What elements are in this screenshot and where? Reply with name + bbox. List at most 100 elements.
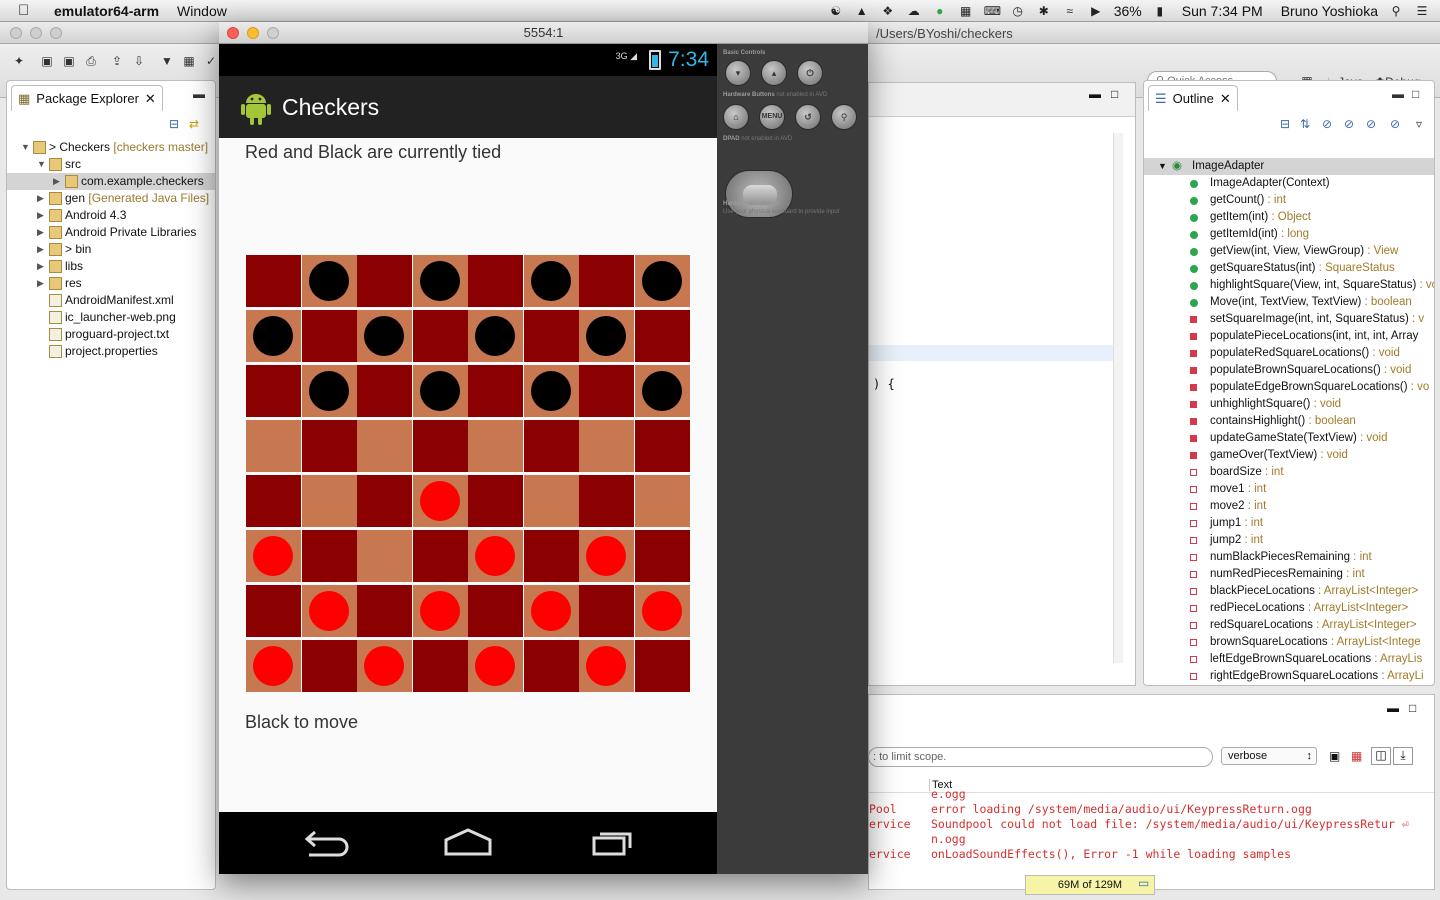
black-piece[interactable]	[586, 316, 626, 356]
outline-member[interactable]: highlightSquare(View, int, SquareStatus)…	[1144, 277, 1434, 294]
board-square[interactable]	[357, 420, 412, 472]
home-key-icon[interactable]: ⌂	[723, 104, 749, 130]
board-square[interactable]	[246, 420, 301, 472]
drive-icon[interactable]: ▲	[854, 4, 870, 18]
board-square[interactable]	[246, 255, 301, 307]
red-piece[interactable]	[586, 646, 626, 686]
outline-member[interactable]: getSquareStatus(int) : SquareStatus	[1144, 260, 1434, 277]
outline-member[interactable]: populatePieceLocations(int, int, int, Ar…	[1144, 328, 1434, 345]
upload-icon[interactable]: ⇪	[108, 54, 126, 70]
grid-icon[interactable]: ▦	[958, 4, 974, 18]
red-piece[interactable]	[475, 646, 515, 686]
black-piece[interactable]	[530, 371, 571, 411]
outline-member[interactable]: getItemId(int) : long	[1144, 226, 1434, 243]
cloud-icon[interactable]: ☁	[906, 4, 922, 18]
minimize-icon[interactable]: ▬	[1392, 87, 1404, 101]
board-square[interactable]	[579, 530, 634, 582]
tree-item[interactable]: ▶ libs	[7, 258, 215, 275]
board-square[interactable]	[357, 255, 412, 307]
board-square[interactable]	[523, 310, 579, 362]
outline-member[interactable]: numRedPiecesRemaining : int	[1144, 566, 1434, 583]
board-square[interactable]	[634, 365, 690, 417]
outline-member[interactable]: populateRedSquareLocations() : void	[1144, 345, 1434, 362]
recent-apps-icon[interactable]	[582, 826, 642, 860]
back-icon[interactable]	[295, 826, 355, 860]
expand-icon[interactable]: ▼	[1158, 158, 1167, 175]
board-square[interactable]	[357, 585, 412, 637]
black-piece[interactable]	[364, 316, 404, 356]
red-piece[interactable]	[419, 591, 460, 631]
back-key-icon[interactable]: ↺	[795, 104, 821, 130]
board-square[interactable]	[523, 420, 579, 472]
board-square[interactable]	[301, 640, 357, 692]
board-square[interactable]	[468, 310, 523, 362]
battery-icon[interactable]: ▮	[1152, 4, 1168, 18]
black-piece[interactable]	[419, 261, 460, 301]
outline-member[interactable]: rightEdgeBrownSquareLocations : ArrayLi	[1144, 668, 1434, 685]
board-square[interactable]	[634, 310, 690, 362]
clear-log-icon[interactable]: ▦	[1351, 749, 1362, 763]
red-piece[interactable]	[530, 591, 571, 631]
board-square[interactable]	[523, 255, 579, 307]
print-icon[interactable]: ⎙	[82, 54, 100, 70]
board-square[interactable]	[412, 310, 468, 362]
expand-icon[interactable]: ▶	[37, 275, 44, 292]
board-square[interactable]	[301, 585, 357, 637]
keyboard-icon[interactable]: ⌨	[984, 4, 1001, 18]
outline-member[interactable]: setSquareImage(int, int, SquareStatus) :…	[1144, 311, 1434, 328]
outline-member[interactable]: populateEdgeBrownSquareLocations() : vo	[1144, 379, 1434, 396]
board-square[interactable]	[246, 475, 301, 527]
expand-icon[interactable]: ▶	[37, 258, 44, 275]
outline-member[interactable]: numBlackPiecesRemaining : int	[1144, 549, 1434, 566]
red-piece[interactable]	[308, 591, 349, 631]
close-window-button[interactable]	[10, 27, 22, 39]
sort-icon[interactable]: ⇅	[1300, 117, 1310, 131]
zoom-window-button[interactable]	[50, 27, 62, 39]
black-piece[interactable]	[419, 371, 460, 411]
user-name[interactable]: Bruno Yoshioka	[1281, 3, 1378, 19]
red-piece[interactable]	[253, 536, 293, 576]
black-piece[interactable]	[253, 316, 293, 356]
minimize-icon[interactable]: ▬	[1387, 701, 1399, 715]
toggle-panel-icon[interactable]: ◫	[1371, 747, 1391, 765]
board-square[interactable]	[246, 310, 301, 362]
search-key-icon[interactable]: ⚲	[831, 104, 857, 130]
tree-item[interactable]: ▶ > bin	[7, 241, 215, 258]
board-square[interactable]	[579, 585, 634, 637]
board-square[interactable]	[634, 585, 690, 637]
expand-icon[interactable]: ▶	[37, 207, 44, 224]
board-square[interactable]	[412, 530, 468, 582]
tree-item[interactable]: ▶ res	[7, 275, 215, 292]
board-square[interactable]	[468, 365, 523, 417]
device-screen[interactable]: 3G ◢ 7:34 Checkers Red and Black are cur…	[219, 44, 717, 874]
outline-member[interactable]: redSquareLocations : ArrayList<Integer>	[1144, 617, 1434, 634]
board-square[interactable]	[246, 585, 301, 637]
board-square[interactable]	[523, 365, 579, 417]
minimize-window-button[interactable]	[30, 27, 42, 39]
heap-status[interactable]: 69M of 129M	[1025, 875, 1155, 895]
board-square[interactable]	[301, 420, 357, 472]
tab-package-explorer[interactable]: ▦ Package Explorer ✕	[11, 85, 163, 111]
expand-icon[interactable]: ▶	[37, 224, 44, 241]
avd-manager-icon[interactable]: ▦	[180, 54, 198, 70]
garbage-collect-icon[interactable]: ▭	[1138, 876, 1149, 890]
collapse-all-icon[interactable]: ⊟	[169, 117, 179, 131]
volume-icon[interactable]: ▶	[1088, 4, 1104, 18]
board-square[interactable]	[357, 530, 412, 582]
expand-icon[interactable]: ▶	[37, 190, 44, 207]
minimize-icon[interactable]: ▬	[1089, 87, 1101, 101]
menubar-clock[interactable]: Sun 7:34 PM	[1182, 3, 1263, 19]
outline-member[interactable]: getView(int, View, ViewGroup) : View	[1144, 243, 1434, 260]
outline-member[interactable]: gameOver(TextView) : void	[1144, 447, 1434, 464]
tree-item[interactable]: ▼ > Checkers [checkers master]	[7, 139, 215, 156]
red-piece[interactable]	[419, 481, 460, 521]
board-square[interactable]	[412, 640, 468, 692]
board-square[interactable]	[357, 365, 412, 417]
board-square[interactable]	[579, 420, 634, 472]
red-piece[interactable]	[253, 646, 293, 686]
outline-member[interactable]: getItem(int) : Object	[1144, 209, 1434, 226]
lint-icon[interactable]: ✓	[202, 54, 220, 70]
board-square[interactable]	[468, 475, 523, 527]
board-square[interactable]	[301, 530, 357, 582]
outline-member[interactable]: getCount() : int	[1144, 192, 1434, 209]
